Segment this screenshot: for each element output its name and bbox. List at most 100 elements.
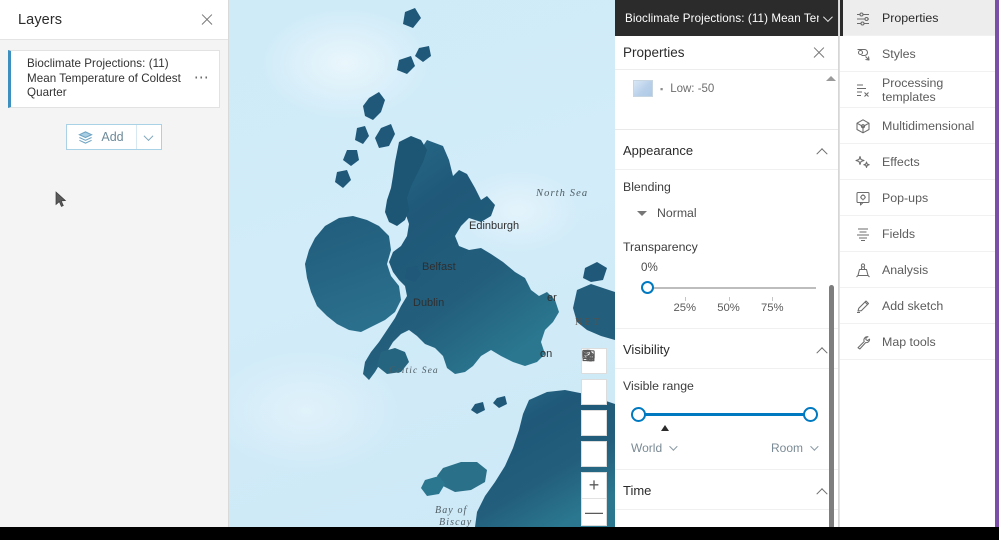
properties-scroll-area: ▪ Low: -50 Appearance Blending Normal Tr… (615, 70, 838, 527)
nav-item-pop-ups[interactable]: Pop-ups (840, 180, 996, 216)
visible-range-labels: World Room (631, 441, 819, 455)
section-header-visibility[interactable]: Visibility (615, 329, 838, 369)
nav-item-multidimensional[interactable]: Multidimensional (840, 108, 996, 144)
cube-icon (854, 117, 871, 134)
zoom-out-button[interactable]: — (582, 499, 606, 525)
visible-range-label: Visible range (623, 379, 694, 393)
section-body-time: Enable time (615, 510, 838, 527)
nav-item-styles[interactable]: Styles (840, 36, 996, 72)
zoom-in-button[interactable]: + (582, 473, 606, 499)
bottom-bar (0, 527, 999, 540)
pencil-icon (854, 297, 871, 314)
close-icon[interactable] (810, 44, 828, 62)
transparency-tick-label: 25% (673, 302, 697, 314)
transparency-tick (684, 297, 686, 301)
map-landmass (305, 8, 615, 527)
section-body-visibility: Visible range World Room (615, 369, 838, 470)
transparency-tick (772, 297, 774, 301)
legend-label: Low: -50 (670, 82, 715, 95)
visible-range-max-label: Room (770, 441, 803, 455)
chevron-up-icon[interactable] (816, 147, 828, 159)
transparency-label: Transparency (623, 240, 698, 254)
nav-item-label: Add sketch (882, 298, 944, 313)
zoom-controls: + — (581, 472, 607, 526)
monitor-icon[interactable] (581, 350, 607, 436)
transparency-value: 0% (641, 261, 658, 274)
section-header-time[interactable]: Time (615, 470, 838, 510)
fields-icon (854, 225, 871, 242)
section-header-appearance[interactable]: Appearance (615, 130, 838, 170)
current-scale-marker (661, 425, 669, 431)
transparency-tick-label: 50% (717, 302, 740, 314)
nav-item-effects[interactable]: Effects (840, 144, 996, 180)
transparency-tick-labels: 25% 50% 75% (641, 297, 816, 314)
visible-range-min-select[interactable]: World (631, 441, 678, 455)
visible-range-slider[interactable] (631, 405, 818, 431)
visible-range-min-label: World (631, 441, 663, 455)
nav-item-label: Properties (882, 10, 939, 25)
nav-item-analysis[interactable]: Analysis (840, 252, 996, 288)
blending-value: Normal (657, 206, 697, 220)
chevron-down-icon (810, 442, 819, 451)
properties-scrollbar-track[interactable] (829, 70, 837, 540)
triangle-down-icon (637, 210, 647, 216)
add-dropdown-button[interactable] (137, 125, 161, 149)
layers-panel-header: Layers (0, 0, 228, 40)
nav-item-label: Effects (882, 154, 920, 169)
page-title: Properties (623, 45, 685, 60)
legend-color-swatch (633, 80, 653, 97)
visible-range-track (640, 413, 809, 416)
ellipsis-icon[interactable]: ⋯ (191, 68, 213, 90)
section-title-time: Time (623, 483, 652, 498)
layers-panel: Layers Bioclimate Projections: (11) Mean… (0, 0, 229, 540)
chevron-down-icon (143, 130, 154, 141)
add-button-label: Add (101, 130, 124, 144)
chevron-down-icon[interactable] (822, 11, 833, 22)
sparkle-icon (854, 153, 871, 170)
visible-range-min-handle[interactable] (631, 407, 646, 422)
app-root: Layers Bioclimate Projections: (11) Mean… (0, 0, 999, 540)
close-icon[interactable] (198, 11, 216, 29)
chevron-up-icon[interactable] (816, 346, 828, 358)
home-icon[interactable] (581, 349, 607, 467)
basemap-icon[interactable] (581, 349, 607, 405)
styles-icon (854, 45, 871, 62)
properties-header: Properties (615, 36, 838, 70)
layer-name: Bioclimate Projections: (11) Mean Temper… (27, 57, 181, 100)
map-toolbar: + — (581, 348, 607, 526)
add-layer-row: Add (0, 124, 228, 150)
section-title-visibility: Visibility (623, 342, 670, 357)
layer-list-item[interactable]: Bioclimate Projections: (11) Mean Temper… (8, 50, 220, 108)
transparency-slider-handle[interactable] (641, 281, 654, 294)
nav-item-add-sketch[interactable]: Add sketch (840, 288, 996, 324)
legend-item: ▪ Low: -50 (615, 70, 838, 107)
section-body-appearance: Blending Normal Transparency 0% 25% 50% 75… (615, 170, 838, 329)
mouse-cursor (55, 191, 67, 207)
transparency-tick (728, 297, 730, 301)
blending-select[interactable]: Normal (637, 206, 826, 220)
nav-item-label: Analysis (882, 262, 929, 277)
properties-titlebar[interactable]: Bioclimate Projections: (11) Mean Tempe (615, 0, 838, 36)
nav-item-label: Fields (882, 226, 916, 241)
transparency-tick-label: 75% (760, 302, 784, 314)
nav-item-properties[interactable]: Properties (840, 0, 996, 36)
properties-scrollbar-thumb[interactable] (829, 285, 834, 540)
map-canvas[interactable]: North Sea Celtic Sea Bay of Biscay Edinburgh… (229, 0, 615, 527)
nav-item-processing-templates[interactable]: Processing templates (840, 72, 996, 108)
blending-label: Blending (623, 180, 671, 194)
chevron-down-icon (669, 442, 678, 451)
add-button[interactable]: Add (67, 125, 137, 149)
visible-range-max-select[interactable]: Room (770, 441, 819, 455)
nav-item-map-tools[interactable]: Map tools (840, 324, 996, 360)
add-button-group: Add (66, 124, 162, 150)
layers-stack-icon (77, 129, 94, 146)
template-fx-icon (854, 81, 871, 98)
properties-panel: Bioclimate Projections: (11) Mean Tempe … (615, 0, 839, 540)
layers-panel-title: Layers (18, 11, 63, 28)
nav-item-label: Styles (882, 46, 916, 61)
nav-item-label: Pop-ups (882, 190, 929, 205)
chevron-up-icon[interactable] (816, 487, 828, 499)
nav-item-label: Multidimensional (882, 118, 975, 133)
nav-item-fields[interactable]: Fields (840, 216, 996, 252)
visible-range-max-handle[interactable] (803, 407, 818, 422)
